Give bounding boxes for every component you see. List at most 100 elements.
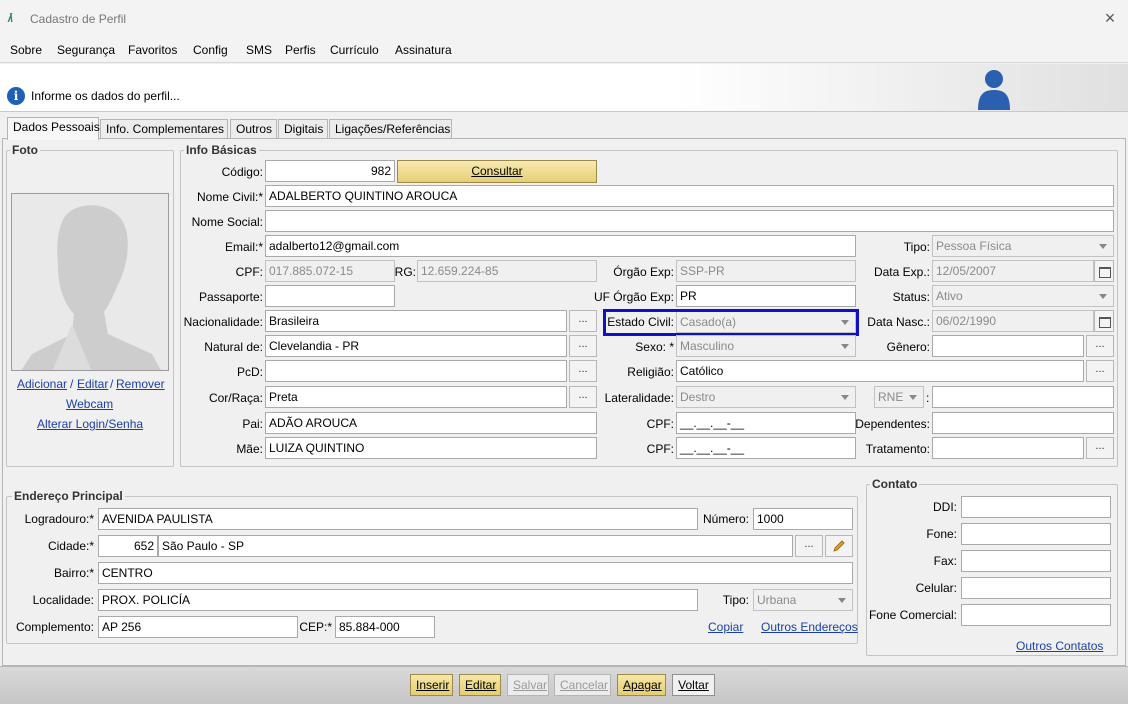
tratamento-field[interactable]	[932, 437, 1084, 459]
cpf-pai-field[interactable]: __.__.__-__	[676, 412, 856, 434]
logradouro-field[interactable]: AVENIDA PAULISTA	[98, 508, 698, 530]
fone-field[interactable]	[961, 523, 1111, 545]
pcd-label: PcD:	[236, 365, 263, 379]
editar-link[interactable]: Editar	[77, 377, 108, 391]
menu-config[interactable]: Config	[193, 43, 228, 57]
pai-field[interactable]: ADÃO AROUCA	[265, 412, 597, 434]
nacionalidade-field[interactable]: Brasileira	[265, 310, 567, 332]
localidade-field[interactable]: PROX. POLICÍA	[98, 589, 698, 611]
outros-enderecos-link[interactable]: Outros Endereços	[761, 620, 858, 634]
fax-field[interactable]	[961, 550, 1111, 572]
tipo-label: Tipo:	[903, 240, 930, 254]
genero-search-button[interactable]: ...	[1086, 335, 1114, 357]
edit-pencil-icon[interactable]	[825, 535, 853, 557]
inserir-button[interactable]: Inserir	[410, 674, 453, 696]
editar-label: Editar	[465, 678, 497, 692]
fone-label: Fone:	[926, 527, 957, 541]
tab-digitais[interactable]: Digitais	[278, 119, 328, 139]
cancelar-button[interactable]: Cancelar	[554, 674, 611, 696]
silhouette-icon	[12, 194, 168, 370]
codigo-label: Código:	[221, 165, 263, 179]
pcd-search-button[interactable]: ...	[569, 360, 597, 382]
consultar-button[interactable]: Consultar	[397, 160, 597, 183]
codigo-field[interactable]: 982	[265, 160, 395, 182]
orgao-exp-field[interactable]: SSP-PR	[676, 260, 856, 282]
uf-orgao-field[interactable]: PR	[676, 285, 856, 307]
natural-search-button[interactable]: ...	[569, 335, 597, 357]
tratamento-search-button[interactable]: ...	[1086, 437, 1114, 459]
rne-select[interactable]: RNE	[874, 386, 924, 408]
religiao-label: Religião:	[627, 365, 674, 379]
menu-curriculo[interactable]: Currículo	[330, 43, 379, 57]
title-bar	[0, 0, 1128, 38]
nome-civil-field[interactable]: ADALBERTO QUINTINO AROUCA	[265, 185, 1114, 207]
genero-label: Gênero:	[886, 340, 930, 354]
mae-field[interactable]: LUIZA QUINTINO	[265, 437, 597, 459]
tab-ligacoes-referencias[interactable]: Ligações/Referências	[329, 119, 452, 139]
cpf-mae-field[interactable]: __.__.__-__	[676, 437, 856, 459]
consultar-label: Consultar	[471, 164, 523, 178]
cor-raca-field[interactable]: Preta	[265, 386, 567, 408]
numero-label: Número:	[702, 512, 749, 526]
nome-social-field[interactable]	[265, 210, 1114, 232]
sexo-select[interactable]: Masculino	[676, 335, 856, 357]
salvar-button[interactable]: Salvar	[507, 674, 549, 696]
tab-outros[interactable]: Outros	[230, 119, 277, 139]
fone-comercial-field[interactable]	[961, 604, 1111, 626]
nacionalidade-search-button[interactable]: ...	[569, 310, 597, 332]
data-exp-field[interactable]: 12/05/2007	[932, 260, 1094, 282]
lateralidade-select[interactable]: Destro	[676, 386, 856, 408]
cidade-code-field[interactable]: 652	[98, 535, 158, 557]
end-tipo-select[interactable]: Urbana	[753, 589, 853, 611]
bairro-field[interactable]: CENTRO	[98, 562, 853, 584]
menu-assinatura[interactable]: Assinatura	[395, 43, 452, 57]
fax-label: Fax:	[933, 554, 957, 568]
fone-comercial-label: Fone Comercial:	[868, 608, 957, 622]
email-field[interactable]: adalberto12@gmail.com	[265, 235, 856, 257]
menu-seguranca[interactable]: Segurança	[57, 43, 115, 57]
genero-field[interactable]	[932, 335, 1084, 357]
natural-field[interactable]: Clevelandia - PR	[265, 335, 567, 357]
tab-info-complementares[interactable]: Info. Complementares	[100, 119, 228, 139]
cpf-field[interactable]: 017.885.072-15	[265, 260, 395, 282]
pcd-field[interactable]	[265, 360, 567, 382]
tipo-select[interactable]: Pessoa Física	[932, 235, 1114, 257]
numero-field[interactable]: 1000	[753, 508, 853, 530]
rne-field[interactable]	[932, 386, 1114, 408]
adicionar-link[interactable]: Adicionar	[17, 377, 67, 391]
menu-sobre[interactable]: Sobre	[10, 43, 42, 57]
religiao-field[interactable]: Católico	[676, 360, 1084, 382]
window-title: Cadastro de Perfil	[30, 12, 127, 26]
religiao-search-button[interactable]: ...	[1086, 360, 1114, 382]
apagar-button[interactable]: Apagar	[617, 674, 666, 696]
menu-perfis[interactable]: Perfis	[285, 43, 316, 57]
alterar-login-link[interactable]: Alterar Login/Senha	[37, 417, 143, 431]
natural-label: Natural de:	[204, 340, 263, 354]
tab-dados-pessoais[interactable]: Dados Pessoais	[7, 117, 100, 140]
status-select[interactable]: Ativo	[932, 285, 1114, 307]
remover-link[interactable]: Remover	[116, 377, 165, 391]
voltar-button[interactable]: Voltar	[672, 674, 715, 696]
app-logo-icon: /\	[8, 11, 13, 25]
cidade-field[interactable]: São Paulo - SP	[158, 535, 793, 557]
ddi-field[interactable]	[961, 496, 1111, 518]
menu-sms[interactable]: SMS	[246, 43, 272, 57]
webcam-link[interactable]: Webcam	[66, 397, 113, 411]
editar-button[interactable]: Editar	[459, 674, 501, 696]
passaporte-field[interactable]	[265, 285, 395, 307]
copiar-link[interactable]: Copiar	[708, 620, 743, 634]
menu-favoritos[interactable]: Favoritos	[128, 43, 177, 57]
rg-field[interactable]: 12.659.224-85	[417, 260, 597, 282]
cor-raca-search-button[interactable]: ...	[569, 386, 597, 408]
cidade-search-button[interactable]: ...	[795, 535, 823, 557]
calendar-icon[interactable]	[1094, 260, 1114, 282]
data-nasc-field[interactable]: 06/02/1990	[932, 310, 1094, 332]
dependentes-field[interactable]	[932, 412, 1114, 434]
cep-field[interactable]: 85.884-000	[335, 616, 435, 638]
uf-orgao-label: UF Órgão Exp:	[593, 290, 674, 304]
calendar-icon[interactable]	[1094, 310, 1114, 332]
complemento-field[interactable]: AP 256	[98, 616, 298, 638]
outros-contatos-link[interactable]: Outros Contatos	[1016, 639, 1103, 653]
celular-field[interactable]	[961, 577, 1111, 599]
close-icon[interactable]: ×	[1098, 6, 1122, 30]
